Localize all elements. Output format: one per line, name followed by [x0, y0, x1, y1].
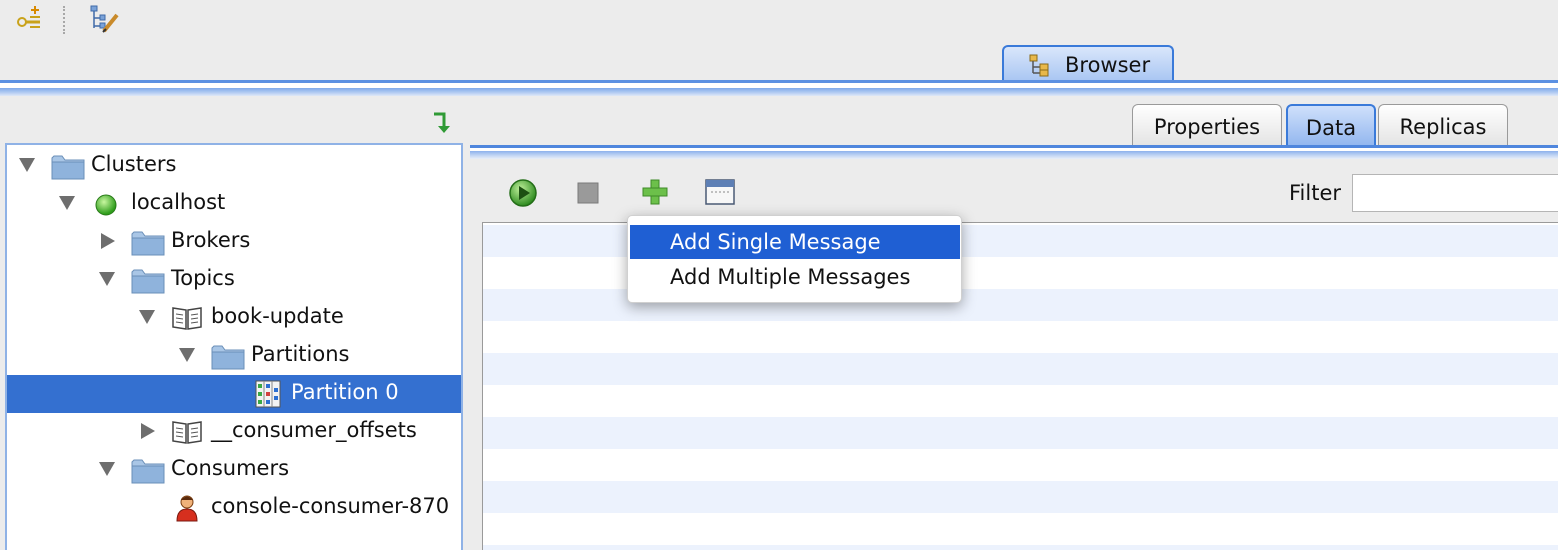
toolbar-separator	[63, 6, 65, 34]
menu-item-add-single-message[interactable]: Add Single Message	[630, 225, 960, 259]
tree-node-label: Consumers	[171, 456, 290, 480]
tree-node-topics[interactable]: Topics	[7, 261, 461, 299]
tree-node-brokers[interactable]: Brokers	[7, 223, 461, 261]
tab-browser[interactable]: Browser	[1002, 45, 1174, 83]
book-icon	[172, 421, 202, 444]
expand-arrow-icon[interactable]	[139, 310, 155, 324]
table-row[interactable]	[483, 545, 1558, 550]
tab-properties-label: Properties	[1153, 115, 1261, 139]
collapsed-arrow-icon[interactable]	[101, 233, 115, 249]
green-status-icon	[95, 194, 117, 216]
tree-node-label: localhost	[131, 190, 226, 214]
edit-tree-icon[interactable]	[88, 4, 119, 34]
table-row[interactable]	[483, 353, 1558, 385]
tree-node-label: Brokers	[171, 228, 251, 252]
folder-icon	[211, 345, 245, 370]
book-icon	[172, 307, 202, 330]
folder-icon	[131, 269, 165, 294]
tree-node-label: Partition 0	[291, 380, 399, 404]
tree-node-label: __consumer_offsets	[211, 418, 417, 442]
consumer-person-icon	[176, 495, 198, 522]
refresh-arrow-icon[interactable]	[430, 110, 458, 140]
window-icon[interactable]	[705, 178, 735, 206]
tab-replicas-label: Replicas	[1399, 115, 1487, 139]
cluster-tree[interactable]: Clusters localhost Brokers Topics book-u…	[5, 143, 463, 550]
menu-item-label: Add Multiple Messages	[670, 265, 911, 289]
tree-node-label: Partitions	[251, 342, 350, 366]
tree-node-partition-0[interactable]: Partition 0	[7, 375, 461, 413]
tree-node-consumers[interactable]: Consumers	[7, 451, 461, 489]
tree-node-partitions[interactable]: Partitions	[7, 337, 461, 375]
tree-node-consumer-offsets[interactable]: __consumer_offsets	[7, 413, 461, 451]
filter-input[interactable]	[1352, 174, 1558, 212]
subtab-content-border	[470, 145, 1558, 159]
tab-data-label: Data	[1305, 116, 1357, 140]
expand-arrow-icon[interactable]	[59, 196, 75, 210]
tree-node-console-consumer[interactable]: console-consumer-870	[7, 489, 461, 527]
play-icon[interactable]	[508, 178, 538, 208]
expand-arrow-icon[interactable]	[179, 348, 195, 362]
tree-node-label: Topics	[171, 266, 235, 290]
expand-arrow-icon[interactable]	[99, 272, 115, 286]
browser-tree-icon	[1029, 54, 1049, 77]
add-connection-icon[interactable]	[14, 4, 44, 34]
add-message-menu: Add Single Message Add Multiple Messages	[627, 215, 962, 303]
add-icon[interactable]	[641, 178, 669, 206]
table-row[interactable]	[483, 417, 1558, 449]
tree-node-localhost[interactable]: localhost	[7, 185, 461, 223]
folder-icon	[51, 155, 85, 180]
menu-item-add-multiple-messages[interactable]: Add Multiple Messages	[630, 260, 960, 294]
expand-arrow-icon[interactable]	[19, 158, 35, 172]
filter-label: Filter	[1289, 181, 1342, 205]
main-toolbar	[0, 0, 1558, 40]
stop-icon[interactable]	[576, 181, 600, 205]
folder-icon	[131, 231, 165, 256]
partition-icon	[255, 380, 281, 408]
tree-node-label: console-consumer-870	[211, 494, 450, 518]
expand-arrow-icon[interactable]	[99, 462, 115, 476]
tree-node-book-update[interactable]: book-update	[7, 299, 461, 337]
collapsed-arrow-icon[interactable]	[141, 423, 155, 439]
table-row[interactable]	[483, 481, 1558, 513]
menu-item-label: Add Single Message	[670, 230, 881, 254]
tree-node-label: Clusters	[91, 152, 177, 176]
tree-node-clusters[interactable]: Clusters	[7, 147, 461, 185]
tab-replicas[interactable]: Replicas	[1378, 104, 1508, 148]
tab-browser-label: Browser	[1065, 53, 1151, 77]
tree-node-label: book-update	[211, 304, 344, 328]
folder-icon	[131, 459, 165, 484]
tab-properties[interactable]: Properties	[1132, 104, 1282, 148]
tab-content-border	[0, 80, 1558, 96]
data-toolbar: Filter	[470, 160, 1558, 222]
tab-data[interactable]: Data	[1286, 104, 1376, 148]
